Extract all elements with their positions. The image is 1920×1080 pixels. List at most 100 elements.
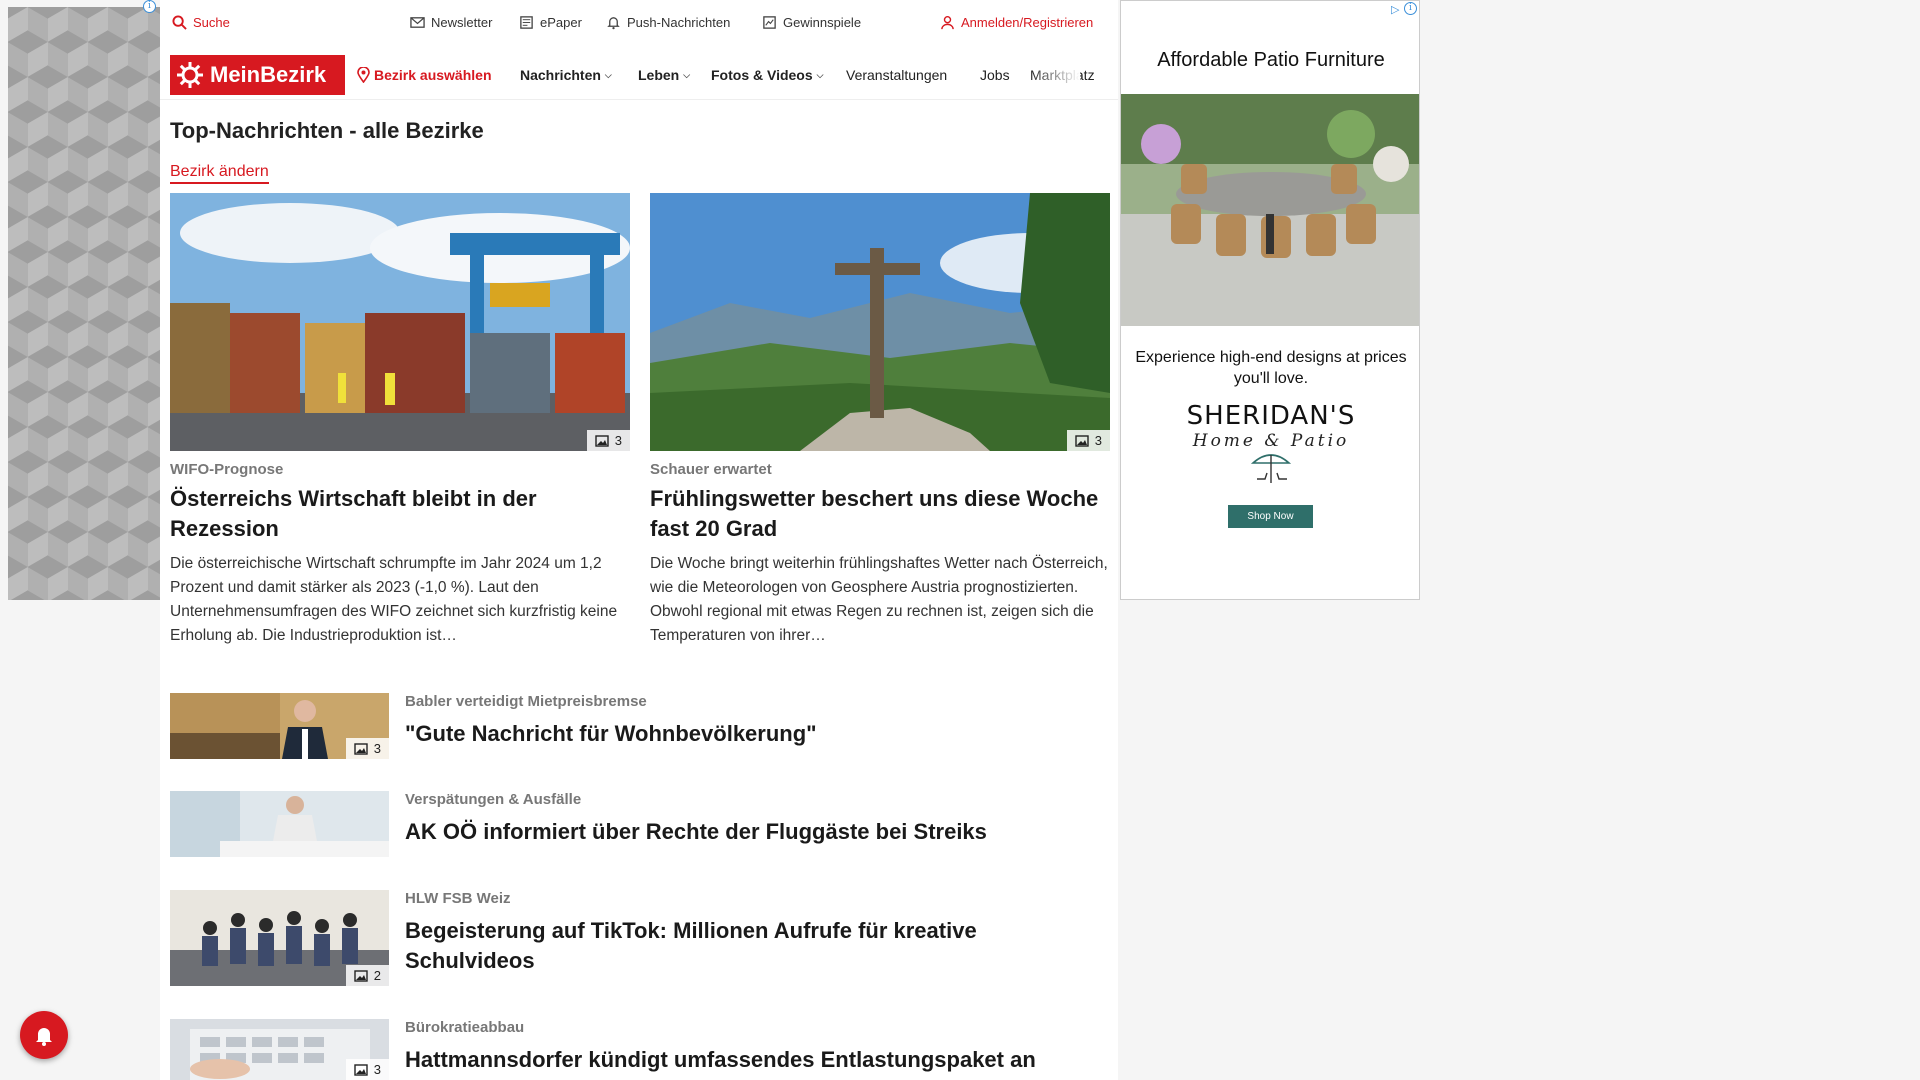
article-thumbnail[interactable]: 3 xyxy=(170,1019,389,1080)
article-headline[interactable]: Hattmannsdorfer kündigt umfassendes Entl… xyxy=(405,1045,1105,1075)
main-navigation: MeinBezirk Bezirk auswählen Nachrichten … xyxy=(160,50,1118,100)
ad-title: Affordable Patio Furniture xyxy=(1157,49,1385,71)
mail-icon xyxy=(410,17,425,28)
gewinnspiele-link[interactable]: Gewinnspiele xyxy=(762,15,861,30)
list-item[interactable]: 3 Bürokratieabbau Hattmannsdorfer kündig… xyxy=(170,1019,1110,1080)
article-kicker: Verspätungen & Ausfälle xyxy=(405,791,582,808)
user-icon xyxy=(941,15,954,30)
article-headline[interactable]: Frühlingswetter beschert uns diese Woche… xyxy=(650,484,1110,544)
change-bezirk-link[interactable]: Bezirk ändern xyxy=(170,163,269,184)
nav-fotos-label: Fotos & Videos xyxy=(711,67,813,83)
adchoices-icon[interactable]: ▷ xyxy=(1391,3,1399,16)
image-count: 3 xyxy=(614,433,622,448)
image-count: 2 xyxy=(373,968,381,983)
gallery-icon xyxy=(354,742,368,755)
list-item[interactable]: Verspätungen & Ausfälle AK OÖ informiert… xyxy=(170,791,1110,861)
umbrella-logo-icon xyxy=(1250,454,1292,483)
logo-text: MeinBezirk xyxy=(210,62,327,87)
bell-icon xyxy=(36,1028,52,1046)
image-count-badge: 3 xyxy=(345,738,389,759)
sun-logo-icon xyxy=(177,62,203,88)
search-icon xyxy=(172,15,187,30)
gewinnspiele-label: Gewinnspiele xyxy=(783,15,862,30)
display-ad[interactable]: ▷ i Affordable Patio Furniture Experienc… xyxy=(1120,0,1420,600)
nav-jobs-label: Jobs xyxy=(980,67,1010,83)
feature-card[interactable]: 3 Schauer erwartet Frühlingswetter besch… xyxy=(650,193,1110,648)
shop-now-button[interactable]: Shop Now xyxy=(1228,505,1313,528)
image-count: 3 xyxy=(373,1062,381,1077)
page-title: Top-Nachrichten - alle Bezirke xyxy=(170,118,484,143)
skin-ad-left[interactable] xyxy=(8,7,160,600)
list-item[interactable]: 2 HLW FSB Weiz Begeisterung auf TikTok: … xyxy=(170,890,1110,988)
article-kicker: WIFO-Prognose xyxy=(170,461,284,478)
ad-brand: SHERIDAN'S xyxy=(1186,401,1356,431)
feature-card[interactable]: 3 WIFO-Prognose Österreichs Wirtschaft b… xyxy=(170,193,630,648)
bezirk-label: Bezirk auswählen xyxy=(374,67,492,83)
image-count-badge: 2 xyxy=(345,965,389,986)
article-kicker: HLW FSB Weiz xyxy=(405,890,511,907)
article-headline[interactable]: "Gute Nachricht für Wohnbevölkerung" xyxy=(405,719,1105,749)
epaper-link[interactable]: ePaper xyxy=(519,15,582,30)
list-item[interactable]: 3 Babler verteidigt Mietpreisbremse "Gut… xyxy=(170,693,1110,763)
article-thumbnail[interactable]: 3 xyxy=(170,693,389,759)
search-link[interactable]: Suche xyxy=(172,15,230,30)
utility-bar: Suche Newsletter ePaper Push-Nachrichten… xyxy=(160,0,1118,46)
article-headline[interactable]: Österreichs Wirtschaft bleibt in der Rez… xyxy=(170,484,630,544)
epaper-label: ePaper xyxy=(540,15,582,30)
article-headline[interactable]: AK OÖ informiert über Rechte der Fluggäs… xyxy=(405,817,1105,847)
gallery-icon xyxy=(354,969,368,982)
gallery-icon xyxy=(1075,434,1089,447)
login-link[interactable]: Anmelden/Registrieren xyxy=(940,15,1093,30)
epaper-icon xyxy=(520,16,533,29)
nav-leben[interactable]: Leben ⌵ xyxy=(638,67,690,83)
image-count-badge: 3 xyxy=(586,430,630,451)
nav-veranstaltungen-label: Veranstaltungen xyxy=(846,67,948,83)
mountain-cross-image xyxy=(650,193,1110,451)
article-thumbnail[interactable]: 2 xyxy=(170,890,389,986)
ad-brand-sub: Home & Patio xyxy=(1192,431,1350,451)
push-label: Push-Nachrichten xyxy=(627,15,731,30)
article-kicker: Bürokratieabbau xyxy=(405,1019,525,1036)
image-count: 3 xyxy=(1094,433,1102,448)
ad-info-icon[interactable]: i xyxy=(143,0,156,13)
gallery-icon xyxy=(354,1063,368,1076)
ad-info-icon[interactable]: i xyxy=(1404,2,1417,15)
container-port-image xyxy=(170,193,630,451)
ad-text: Experience high-end designs at prices yo… xyxy=(1135,349,1407,387)
patio-furniture-image xyxy=(1121,94,1419,326)
login-label: Anmelden/Registrieren xyxy=(961,15,1094,30)
nav-fotos-videos[interactable]: Fotos & Videos ⌵ xyxy=(711,67,823,83)
chevron-down-icon: ⌵ xyxy=(604,69,612,80)
nav-jobs[interactable]: Jobs xyxy=(980,67,1010,83)
chevron-down-icon: ⌵ xyxy=(683,69,691,80)
location-pin-icon xyxy=(357,67,370,83)
search-label: Suche xyxy=(193,15,230,30)
image-count: 3 xyxy=(373,741,381,756)
nav-nachrichten-label: Nachrichten xyxy=(520,67,601,83)
newsletter-label: Newsletter xyxy=(431,15,493,30)
article-kicker: Schauer erwartet xyxy=(650,461,772,478)
article-headline[interactable]: Begeisterung auf TikTok: Millionen Aufru… xyxy=(405,916,1105,976)
image-count-badge: 3 xyxy=(345,1059,389,1080)
article-image[interactable]: 3 xyxy=(650,193,1110,451)
bell-icon xyxy=(607,17,620,30)
waiting-traveller-image xyxy=(170,791,389,857)
notification-button[interactable] xyxy=(20,1011,68,1059)
push-link[interactable]: Push-Nachrichten xyxy=(606,15,730,30)
gallery-icon xyxy=(595,434,609,447)
nav-nachrichten[interactable]: Nachrichten ⌵ xyxy=(520,67,612,83)
newsletter-link[interactable]: Newsletter xyxy=(410,15,492,30)
nav-leben-label: Leben xyxy=(638,67,680,83)
bezirk-select[interactable]: Bezirk auswählen xyxy=(357,67,492,83)
nav-fade xyxy=(1030,50,1080,99)
logo[interactable]: MeinBezirk xyxy=(170,55,345,95)
article-teaser: Die österreichische Wirtschaft schrumpft… xyxy=(170,555,618,644)
chevron-down-icon: ⌵ xyxy=(816,69,824,80)
article-image[interactable]: 3 xyxy=(170,193,630,451)
article-kicker: Babler verteidigt Mietpreisbremse xyxy=(405,693,647,710)
article-thumbnail[interactable] xyxy=(170,791,389,857)
main-column: Suche Newsletter ePaper Push-Nachrichten… xyxy=(160,0,1118,1080)
gift-icon xyxy=(763,16,776,29)
image-count-badge: 3 xyxy=(1066,430,1110,451)
nav-veranstaltungen[interactable]: Veranstaltungen xyxy=(846,67,947,83)
